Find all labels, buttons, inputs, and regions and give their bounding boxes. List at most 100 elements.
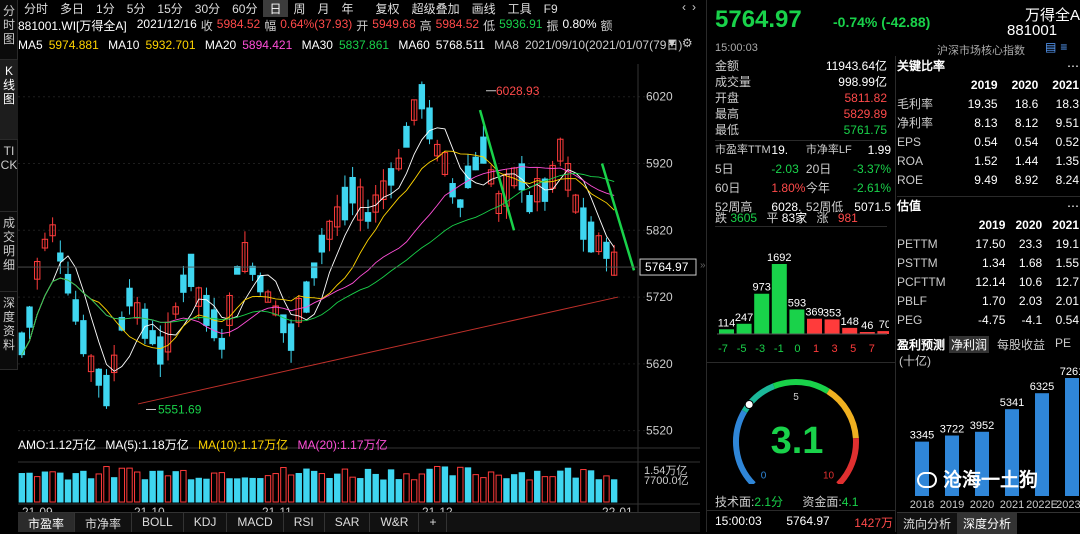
gauge-arc-orange <box>826 388 859 439</box>
tool-15min[interactable]: 15分 <box>151 0 188 17</box>
tab-rsi[interactable]: RSI <box>284 513 325 532</box>
low-annotation: 5551.69 <box>158 402 202 416</box>
settings-icon[interactable]: ⚙ <box>682 36 693 52</box>
histogram-bar <box>771 264 787 334</box>
tool-f9[interactable]: F9 <box>538 2 564 16</box>
price-tick: 6020 <box>646 90 673 104</box>
histogram-bar <box>719 329 734 334</box>
tool-30min[interactable]: 30分 <box>189 0 226 17</box>
profit-value: 7261 <box>1060 366 1080 378</box>
volume-bar <box>372 473 379 503</box>
tab-wr[interactable]: W&R <box>370 513 420 532</box>
volume-bar <box>172 471 179 503</box>
price-change: -0.74% (-42.88) <box>833 14 930 30</box>
tool-60min[interactable]: 60分 <box>226 0 263 17</box>
ma5-value: 5974.881 <box>48 38 99 52</box>
tab-pe[interactable]: 市盈率 <box>18 513 76 532</box>
candle-body <box>518 163 526 191</box>
candle-body <box>80 320 87 355</box>
more-icon[interactable]: ≡ <box>1060 40 1067 54</box>
tab-boll[interactable]: BOLL <box>132 513 184 532</box>
info-code: 881001.WI[万得全A] <box>18 19 127 33</box>
tab-flow[interactable]: 流向分析 <box>897 513 958 534</box>
volume-bar <box>87 478 95 503</box>
volume-bar <box>534 470 541 503</box>
tool-week[interactable]: 周 <box>288 0 312 17</box>
volume-bar <box>280 467 287 503</box>
tool-overlay[interactable]: 超级叠加 <box>406 0 466 17</box>
ma-line <box>21 127 615 372</box>
volume-bar <box>64 479 72 503</box>
candle-body <box>310 262 318 279</box>
profit-value: 3345 <box>910 430 934 442</box>
change-pct: -0.74% <box>833 14 878 30</box>
more-icon[interactable]: ⋯ <box>1067 58 1079 74</box>
candle-body <box>210 309 218 339</box>
candle-body <box>457 199 464 208</box>
tab-kline[interactable]: K线图 <box>0 60 18 140</box>
tab-depth[interactable]: 深度资料 <box>0 292 18 370</box>
tab-deep[interactable]: 深度分析 <box>957 513 1018 534</box>
tab-tick[interactable]: TICK <box>0 140 18 212</box>
volume-bar <box>57 472 64 503</box>
tool-tools[interactable]: 工具 <box>502 0 538 17</box>
volume-bar <box>380 479 387 503</box>
volume-bar <box>103 466 110 503</box>
profit-value: 5341 <box>1000 397 1024 409</box>
tool-1min[interactable]: 1分 <box>90 0 121 17</box>
expand-icon[interactable]: › <box>692 0 696 16</box>
note-icon[interactable]: ▤ <box>1045 40 1056 54</box>
histogram-value: 114 <box>718 317 736 329</box>
more-icon[interactable]: ⋯ <box>1067 198 1079 214</box>
tab-kdj[interactable]: KDJ <box>184 513 228 532</box>
histogram-value: 369 <box>805 307 823 319</box>
tool-adjust[interactable]: 复权 <box>370 0 406 17</box>
volume-bar <box>557 470 564 503</box>
bar-info: 881001.WI[万得全A] 2021/12/16 收 5984.52 幅 0.6… <box>18 17 698 34</box>
tool-draw[interactable]: 画线 <box>466 0 502 17</box>
volume-bar <box>49 471 56 503</box>
tab-net-profit[interactable]: 净利润 <box>949 336 990 353</box>
tab-pe-forecast[interactable]: PE <box>1055 336 1071 353</box>
volume-bar <box>141 479 149 503</box>
ma5-label: MA5 <box>18 38 43 52</box>
volume-bar <box>195 477 202 503</box>
ma8-value: 2021/09/10(2021/01/07(79日) <box>524 38 683 52</box>
candle-body <box>480 136 487 164</box>
collapse-icon[interactable]: ‹ <box>682 0 686 16</box>
tool-month[interactable]: 月 <box>312 0 336 17</box>
tool-year[interactable]: 年 <box>336 0 360 17</box>
tab-trades[interactable]: 成交明细 <box>0 212 18 292</box>
tool-fenshi[interactable]: 分时 <box>18 0 54 17</box>
tab-macd[interactable]: MACD <box>227 513 284 532</box>
tool-day[interactable]: 日 <box>263 0 288 17</box>
amo-label: AMO: <box>18 438 49 452</box>
price-tick: 5620 <box>646 357 673 371</box>
volume-bar <box>318 473 326 503</box>
info-high-label: 高 <box>419 19 432 33</box>
vol-tick: 7700.0亿 <box>644 474 689 487</box>
watermark: 沧海一土狗 <box>917 465 1038 492</box>
kline-chart[interactable]: 6020 5920 5820 5720 5620 5520 5764.97 6028.93 55… <box>18 54 700 532</box>
volume-bar <box>403 473 410 503</box>
histogram-value: 70 <box>879 319 889 331</box>
tab-eps[interactable]: 每股收益 <box>997 336 1045 353</box>
price-tick: 5820 <box>646 223 673 237</box>
tab-sar[interactable]: SAR <box>325 513 371 532</box>
volume-bar <box>95 473 102 503</box>
candle-body <box>187 253 195 287</box>
panel-toggle-icon[interactable]: » <box>700 260 706 271</box>
volume-bar <box>241 477 249 503</box>
candle-body <box>141 308 149 339</box>
add-indicator-button[interactable]: + <box>419 513 448 532</box>
tool-multiday[interactable]: 多日 <box>54 0 90 17</box>
tool-5min[interactable]: 5分 <box>121 0 152 17</box>
market-breadth: 跌 3605 平 83家 涨 981 <box>715 211 858 225</box>
histogram-bar <box>807 318 822 334</box>
dropdown-icon[interactable]: ▼ <box>666 36 678 52</box>
candle-body <box>95 368 102 386</box>
histogram-label: 7 <box>869 343 875 355</box>
tab-pb[interactable]: 市净率 <box>75 513 133 532</box>
info-open-label: 开 <box>356 19 369 33</box>
tab-intraday[interactable]: 分时图 <box>0 0 18 60</box>
